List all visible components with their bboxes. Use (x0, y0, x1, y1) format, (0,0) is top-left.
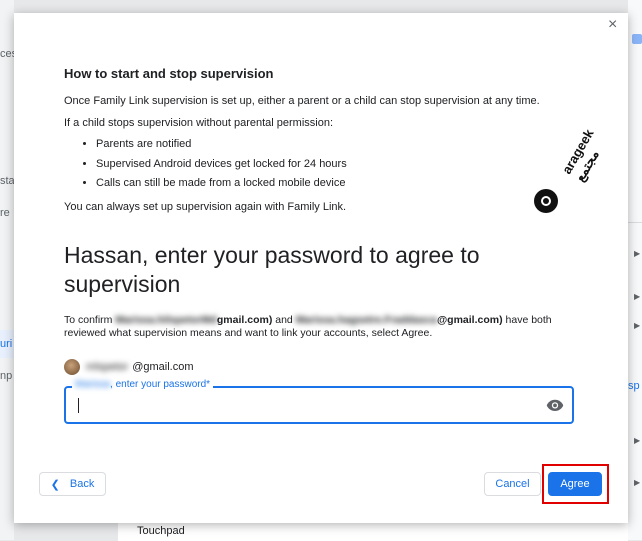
background-tab (632, 34, 642, 44)
chevron-right-icon[interactable]: ▶ (634, 436, 640, 445)
child-name: Hassan (64, 242, 142, 268)
confirm-and: and (272, 314, 296, 326)
password-input[interactable] (82, 394, 506, 418)
confirm-text: To confirm Marissa.hilspetorMdgmail.com)… (64, 314, 559, 340)
chevron-left-icon: ❮ (50, 478, 60, 491)
parent-email-domain: gmail.com) (216, 314, 273, 326)
back-button[interactable]: ❮ Back (39, 472, 106, 496)
child-email-redacted: Marissa.hagsetre.Fraddasca (295, 314, 437, 326)
chevron-right-icon[interactable]: ▶ (634, 321, 640, 330)
settings-row (118, 522, 628, 541)
chevron-right-icon[interactable]: ▶ (634, 249, 640, 258)
sidebar-item-security[interactable]: uri (0, 338, 12, 350)
account-email-redacted: mlspetor (86, 361, 129, 373)
settings-sidebar (0, 0, 14, 540)
chevron-right-icon[interactable]: ▶ (634, 292, 640, 301)
info-paragraph: You can always set up supervision again … (64, 201, 347, 213)
info-paragraph: Once Family Link supervision is set up, … (64, 95, 540, 107)
confirm-prefix: To confirm (64, 314, 116, 326)
section-heading: How to start and stop supervision (64, 66, 274, 81)
list-item: Supervised Android devices get locked fo… (96, 158, 496, 179)
settings-link[interactable]: sp (628, 380, 640, 392)
list-item: Calls can still be made from a locked mo… (96, 178, 496, 198)
watermark-logo (534, 189, 558, 213)
password-field[interactable] (64, 386, 574, 424)
child-email-domain: @gmail.com) (436, 314, 503, 326)
list-item: Parents are notified (96, 139, 496, 159)
cancel-button[interactable]: Cancel (484, 472, 541, 496)
annotation-highlight-box (542, 464, 609, 504)
avatar (64, 359, 80, 375)
watermark-text: arageek مجتمع (559, 126, 602, 184)
touchpad-setting[interactable]: Touchpad (137, 525, 185, 537)
sidebar-item[interactable]: re (0, 207, 10, 219)
divider (628, 222, 642, 223)
supervision-dialog: × How to start and stop supervision Once… (14, 13, 628, 523)
settings-main-edge (628, 0, 642, 540)
password-label-redacted: Marissa (75, 379, 111, 390)
info-paragraph: If a child stops supervision without par… (64, 117, 334, 129)
close-icon[interactable]: × (608, 17, 617, 33)
back-button-label: Back (69, 478, 95, 490)
page-title: Hassan, enter your password to agree to … (64, 241, 534, 299)
account-email-domain: @gmail.com (132, 361, 194, 373)
chevron-right-icon[interactable]: ▶ (634, 478, 640, 487)
password-label-text: , enter your password* (110, 379, 211, 390)
sidebar-item[interactable]: np (0, 370, 12, 382)
parent-email-redacted: Marissa.hilspetorMd (115, 314, 217, 326)
consequence-list: Parents are notified Supervised Android … (64, 139, 496, 198)
text-caret (78, 398, 79, 413)
account-chip: mlspetor @gmail.com (64, 358, 193, 376)
eye-icon[interactable] (546, 399, 564, 411)
sidebar-item[interactable]: sta (0, 175, 15, 187)
password-field-label: Marissa, enter your password* (72, 379, 214, 390)
